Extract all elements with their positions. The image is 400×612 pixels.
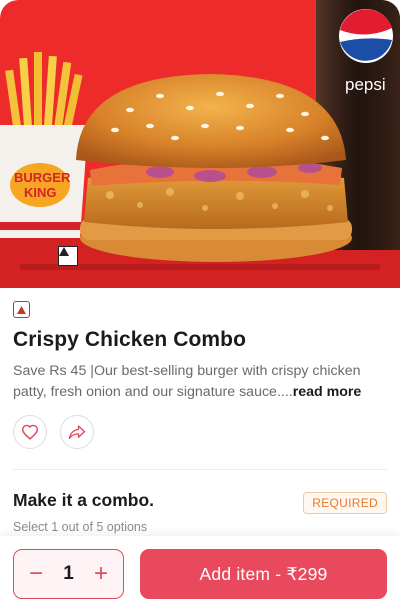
item-detail-sheet: pepsi BURGER KING Crispy Chicken Combo S… [0,0,400,612]
combo-title: Make it a combo. [13,490,155,510]
combo-section: Make it a combo. Select 1 out of 5 optio… [13,490,387,534]
item-actions [13,415,387,449]
share-button[interactable] [60,415,94,449]
item-image: pepsi BURGER KING [0,0,400,288]
share-icon [68,425,86,440]
non-veg-icon [13,301,30,318]
decrement-button[interactable]: − [26,562,46,586]
required-badge: REQUIRED [303,492,387,514]
increment-button[interactable]: + [91,562,111,586]
combo-subtitle: Select 1 out of 5 options [13,520,148,534]
image-nonveg-icon [58,246,78,266]
svg-text:KING: KING [24,185,57,200]
bottom-bar: − 1 + Add item - ₹299 [0,536,400,612]
read-more-link[interactable]: read more [293,384,362,400]
add-item-button[interactable]: Add item - ₹299 [140,549,387,599]
section-divider [13,469,387,470]
quantity-stepper: − 1 + [13,549,124,599]
item-description: Save Rs 45 |Our best-selling burger with… [13,361,387,402]
heart-icon [21,424,39,440]
svg-text:BURGER: BURGER [14,170,71,185]
quantity-value: 1 [63,563,74,584]
item-details: Crispy Chicken Combo Save Rs 45 |Our bes… [0,301,400,534]
svg-text:pepsi: pepsi [345,75,386,94]
combo-illustration: pepsi BURGER KING [0,0,400,288]
favorite-button[interactable] [13,415,47,449]
item-title: Crispy Chicken Combo [13,328,247,351]
